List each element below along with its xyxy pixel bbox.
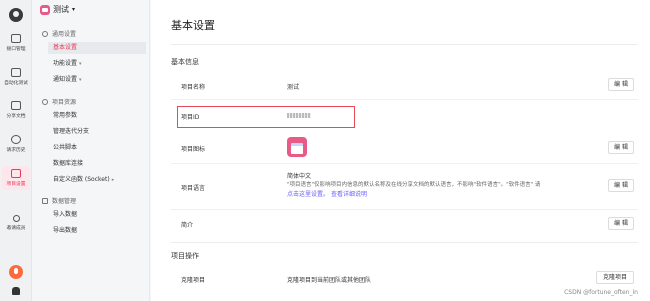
resource-icon xyxy=(42,98,48,105)
row-project-icon: 项目图标 编 辑 xyxy=(171,132,638,164)
field-label: 项目图标 xyxy=(181,146,206,153)
chevron-down-icon: ▾ xyxy=(79,61,82,67)
api-icon xyxy=(11,34,21,43)
icon-rail: 接口管理 自动化测试 分享文档 请求历史 项目设置 邀请成员 xyxy=(0,0,32,301)
nav-public-scripts[interactable]: 公共脚本 xyxy=(48,142,146,154)
nav-custom-functions[interactable]: 自定义函数 (Socket) ▸ xyxy=(48,174,146,186)
nav-label: 通知设置 xyxy=(53,76,78,83)
project-icon xyxy=(40,4,50,15)
nav-common-params[interactable]: 常用参数 xyxy=(48,110,146,122)
chevron-down-icon: ▾ xyxy=(79,77,82,83)
edit-language-button[interactable]: 编 辑 xyxy=(608,179,634,192)
rail-label: 邀请成员 xyxy=(6,225,26,231)
rail-label: 项目设置 xyxy=(6,181,26,187)
set-software-language-link[interactable]: 点击这里设置。 xyxy=(287,191,329,198)
rail-item-automation[interactable]: 自动化测试 xyxy=(0,68,32,86)
bell-icon[interactable] xyxy=(12,287,20,295)
nav-db-connections[interactable]: 数据库连接 xyxy=(48,158,146,170)
clone-description: 克隆项目到当前团队或其他团队 xyxy=(287,277,372,284)
nav-label: 数据库连接 xyxy=(53,160,84,167)
section-project-ops: 项目操作 xyxy=(171,252,199,260)
nav-label: 常用参数 xyxy=(53,112,78,119)
nav-import-data[interactable]: 导入数据 xyxy=(48,209,146,221)
language-description: "项目语言"仅影响项目内信息的默认名称及在线分享文档的默认语言，不影响"软件语言… xyxy=(287,182,541,188)
language-info: 简体中文 "项目语言"仅影响项目内信息的默认名称及在线分享文档的默认语言，不影响… xyxy=(287,172,577,199)
chevron-right-icon: ▸ xyxy=(111,177,115,183)
group-resources: 项目资源 xyxy=(42,97,76,106)
rail-item-invite[interactable]: 邀请成员 xyxy=(0,215,32,231)
notification-app-icon[interactable] xyxy=(9,265,23,279)
rail-item-history[interactable]: 请求历史 xyxy=(0,135,32,153)
nav-label: 公共脚本 xyxy=(53,144,78,151)
edit-name-button[interactable]: 编 辑 xyxy=(608,78,634,91)
caret-down-icon: ▾ xyxy=(72,6,76,13)
edit-icon-button[interactable]: 编 辑 xyxy=(608,141,634,154)
automation-icon xyxy=(11,68,21,77)
settings-icon xyxy=(11,169,21,178)
main-content: 基本设置 基本信息 项目名称 测试 编 辑 项目ID 项目图标 编 辑 项目语言… xyxy=(151,0,650,301)
project-icon-preview xyxy=(287,137,307,157)
highlight-box xyxy=(177,106,355,128)
group-label: 通用设置 xyxy=(52,31,77,38)
nav-label: 导入数据 xyxy=(53,211,78,218)
database-icon xyxy=(42,197,48,204)
divider xyxy=(171,242,638,243)
settings-sidebar: 测试 ▾ 通用设置 基本设置 功能设置 ▾ 通知设置 ▾ 项目资源 常用参数 管理迭… xyxy=(32,0,150,301)
field-label: 简介 xyxy=(181,222,194,229)
history-icon xyxy=(11,135,21,144)
page-title: 基本设置 xyxy=(171,19,215,32)
doc-icon xyxy=(11,101,21,110)
logo-icon[interactable] xyxy=(9,8,23,22)
gear-icon xyxy=(42,30,48,37)
nav-iteration-branches[interactable]: 管理迭代分支 xyxy=(48,126,146,138)
nav-basic-settings[interactable]: 基本设置 xyxy=(48,42,146,54)
nav-label: 功能设置 xyxy=(53,60,78,67)
nav-feature-settings[interactable]: 功能设置 ▾ xyxy=(48,58,146,70)
nav-notification-settings[interactable]: 通知设置 ▾ xyxy=(48,74,146,86)
project-switcher[interactable]: 测试 ▾ xyxy=(40,4,75,15)
project-name-value: 测试 xyxy=(287,84,300,91)
nav-label: 自定义函数 (Socket) xyxy=(53,176,110,183)
nav-label: 管理迭代分支 xyxy=(53,128,90,135)
row-intro: 简介 编 辑 xyxy=(171,212,638,236)
clone-project-button[interactable]: 克隆项目 xyxy=(596,271,634,284)
invite-icon xyxy=(12,215,20,222)
group-data: 数据管理 xyxy=(42,196,76,205)
rail-item-share-doc[interactable]: 分享文档 xyxy=(0,101,32,119)
group-label: 数据管理 xyxy=(52,198,77,205)
watermark: CSDN @fortune_often_in xyxy=(564,289,638,296)
nav-export-data[interactable]: 导出数据 xyxy=(48,225,146,237)
rail-label: 接口管理 xyxy=(6,46,26,52)
field-label: 项目名称 xyxy=(181,84,206,91)
nav-label: 导出数据 xyxy=(53,227,78,234)
section-basic-info: 基本信息 xyxy=(171,58,199,66)
row-project-name: 项目名称 测试 编 辑 xyxy=(171,72,638,100)
field-label: 克隆项目 xyxy=(181,277,206,284)
group-general: 通用设置 xyxy=(42,29,76,38)
divider xyxy=(171,44,638,45)
rail-item-api[interactable]: 接口管理 xyxy=(0,34,32,52)
rail-item-project-settings[interactable]: 项目设置 xyxy=(2,166,30,190)
rail-label: 自动化测试 xyxy=(4,80,28,86)
view-details-link[interactable]: 查看详细说明 xyxy=(331,191,367,198)
row-clone-project: 克隆项目 克隆项目到当前团队或其他团队 克隆项目 xyxy=(171,266,638,290)
field-label: 项目语言 xyxy=(181,185,206,192)
edit-intro-button[interactable]: 编 辑 xyxy=(608,217,634,230)
project-name: 测试 xyxy=(53,5,69,14)
group-label: 项目资源 xyxy=(52,99,77,106)
nav-label: 基本设置 xyxy=(53,44,78,51)
rail-label: 请求历史 xyxy=(6,147,26,153)
language-value: 简体中文 xyxy=(287,173,312,180)
app-window: 接口管理 自动化测试 分享文档 请求历史 项目设置 邀请成员 测试 ▾ 通用设置… xyxy=(0,0,650,301)
rail-label: 分享文档 xyxy=(6,113,26,119)
